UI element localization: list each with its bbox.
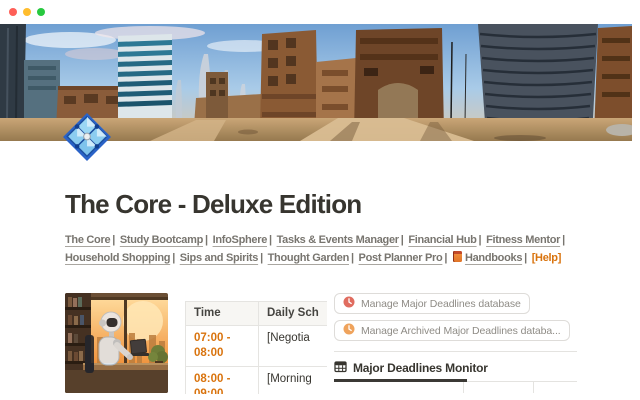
nav-link-sips-and-spirits[interactable]: Sips and Spirits	[180, 252, 258, 264]
nav-link-thought-garden[interactable]: Thought Garden	[268, 252, 349, 264]
manage-major-deadlines-button[interactable]: Manage Major Deadlines database	[334, 293, 530, 314]
nav-link-post-planner-pro[interactable]: Post Planner Pro	[359, 252, 443, 264]
manage-archived-deadlines-button[interactable]: Manage Archived Major Deadlines databa..…	[334, 320, 570, 341]
nav-link-the-core[interactable]: The Core	[65, 234, 110, 246]
page-title: The Core - Deluxe Edition	[65, 188, 361, 220]
robot-photo[interactable]	[65, 293, 168, 393]
activity-cell[interactable]: [Negotia	[259, 326, 328, 367]
nav-separator: |	[401, 234, 404, 246]
column-header-time[interactable]: Time	[186, 302, 259, 326]
nav-link-handbooks[interactable]: Handbooks	[465, 252, 522, 264]
nav-separator: |	[172, 252, 175, 264]
nav-link-tasks-events-manager[interactable]: Tasks & Events Manager	[277, 234, 399, 246]
column-header-daily-schedule[interactable]: Daily Sch	[259, 302, 328, 326]
nav-separator: |	[112, 234, 115, 246]
window-titlebar	[0, 0, 640, 24]
nav-separator: |	[351, 252, 354, 264]
nav-separator: |	[479, 234, 482, 246]
nav-separator: |	[260, 252, 263, 264]
nav-link-help[interactable]: [Help]	[532, 252, 561, 264]
nav-link-infosphere[interactable]: InfoSphere	[213, 234, 267, 246]
time-cell[interactable]: 07:00 - 08:00	[186, 326, 259, 367]
daily-schedule-table: Time Daily Sch 07:00 - 08:00 [Negotia 08…	[185, 301, 327, 394]
button-label: Manage Major Deadlines database	[361, 298, 521, 310]
nav-links: The Core| Study Bootcamp| InfoSphere| Ta…	[65, 231, 625, 267]
clock-red-icon	[343, 296, 355, 311]
tab-major-deadlines-monitor[interactable]: Major Deadlines Monitor	[334, 360, 488, 376]
nav-separator: |	[269, 234, 272, 246]
nav-link-fitness-mentor[interactable]: Fitness Mentor	[486, 234, 560, 246]
section-divider	[334, 351, 577, 352]
close-window-button[interactable]	[9, 8, 17, 16]
activity-cell[interactable]: [Morning	[259, 367, 328, 395]
nav-separator: |	[444, 252, 447, 264]
nav-separator: |	[562, 234, 565, 246]
notion-page-window: The Core - Deluxe Edition The Core| Stud…	[0, 0, 640, 400]
table-icon	[334, 360, 347, 376]
minimize-window-button[interactable]	[23, 8, 31, 16]
time-cell[interactable]: 08:00 - 09:00	[186, 367, 259, 395]
button-label: Manage Archived Major Deadlines databa..…	[361, 325, 561, 337]
table-row: 07:00 - 08:00 [Negotia	[186, 326, 328, 367]
monitor-table-column-border	[463, 382, 464, 393]
nav-separator: |	[524, 252, 527, 264]
clock-orange-icon	[343, 323, 355, 338]
active-tab-underline	[334, 379, 467, 382]
nav-link-study-bootcamp[interactable]: Study Bootcamp	[120, 234, 203, 246]
table-header-row: Time Daily Sch	[186, 302, 328, 326]
page-icon-gem-icon[interactable]	[62, 112, 112, 162]
table-row: 08:00 - 09:00 [Morning	[186, 367, 328, 395]
monitor-table-column-border	[533, 382, 534, 393]
nav-link-household-shopping[interactable]: Household Shopping	[65, 252, 170, 264]
handbooks-book-icon	[453, 251, 462, 262]
nav-link-financial-hub[interactable]: Financial Hub	[408, 234, 476, 246]
maximize-window-button[interactable]	[37, 8, 45, 16]
nav-separator: |	[205, 234, 208, 246]
tab-label: Major Deadlines Monitor	[353, 361, 488, 375]
